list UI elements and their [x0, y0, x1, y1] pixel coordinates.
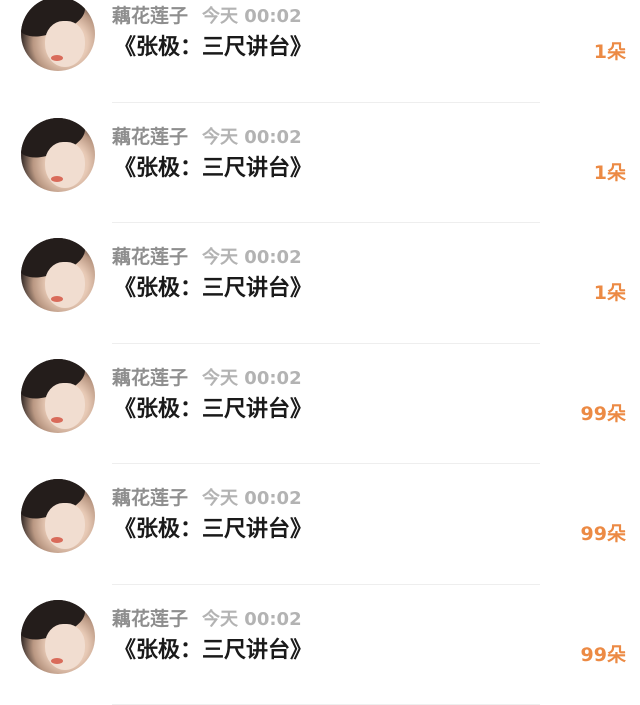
user-name[interactable]: 藕花莲子: [112, 608, 188, 630]
gift-record-item[interactable]: 藕花莲子今天 00:02 《张极：三尺讲台》 1朵: [0, 223, 640, 344]
record-time: 今天 00:02: [202, 6, 302, 27]
user-name[interactable]: 藕花莲子: [112, 367, 188, 389]
user-name[interactable]: 藕花莲子: [112, 246, 188, 268]
record-day: 今天: [202, 368, 238, 389]
gift-record-item[interactable]: 藕花莲子今天 00:02 《张极：三尺讲台》 99朵: [0, 585, 640, 705]
record-meta: 藕花莲子今天 00:02: [112, 245, 302, 270]
user-name[interactable]: 藕花莲子: [112, 5, 188, 27]
book-title[interactable]: 《张极：三尺讲台》: [114, 275, 312, 303]
avatar-face: [45, 262, 85, 308]
avatar-lip: [51, 658, 63, 664]
gift-amount: 1朵: [594, 37, 626, 64]
record-time: 今天 00:02: [202, 127, 302, 148]
gift-amount: 1朵: [594, 158, 626, 185]
avatar-lip: [51, 55, 63, 61]
record-day: 今天: [202, 127, 238, 148]
record-time: 今天 00:02: [202, 609, 302, 630]
avatar-face: [45, 503, 85, 549]
avatar-face: [45, 21, 85, 67]
gift-amount: 99朵: [581, 640, 626, 667]
book-title[interactable]: 《张极：三尺讲台》: [114, 637, 312, 665]
avatar[interactable]: [21, 118, 95, 192]
record-clock: 00:02: [244, 247, 301, 268]
book-title[interactable]: 《张极：三尺讲台》: [114, 396, 312, 424]
record-time: 今天 00:02: [202, 368, 302, 389]
gift-record-item[interactable]: 藕花莲子今天 00:02 《张极：三尺讲台》 1朵: [0, 103, 640, 224]
avatar[interactable]: [21, 359, 95, 433]
record-clock: 00:02: [244, 127, 301, 148]
gift-record-item[interactable]: 藕花莲子今天 00:02 《张极：三尺讲台》 99朵: [0, 344, 640, 465]
record-clock: 00:02: [244, 6, 301, 27]
gift-amount: 1朵: [594, 278, 626, 305]
avatar[interactable]: [21, 600, 95, 674]
record-clock: 00:02: [244, 488, 301, 509]
record-time: 今天 00:02: [202, 488, 302, 509]
gift-record-item[interactable]: 藕花莲子今天 00:02 《张极：三尺讲台》 99朵: [0, 464, 640, 585]
book-title[interactable]: 《张极：三尺讲台》: [114, 516, 312, 544]
record-clock: 00:02: [244, 609, 301, 630]
record-meta: 藕花莲子今天 00:02: [112, 607, 302, 632]
book-title[interactable]: 《张极：三尺讲台》: [114, 34, 312, 62]
avatar-lip: [51, 296, 63, 302]
gift-amount: 99朵: [581, 519, 626, 546]
record-day: 今天: [202, 6, 238, 27]
gift-record-item[interactable]: 藕花莲子今天 00:02 《张极：三尺讲台》 1朵: [0, 0, 640, 103]
record-clock: 00:02: [244, 368, 301, 389]
book-title[interactable]: 《张极：三尺讲台》: [114, 155, 312, 183]
record-day: 今天: [202, 488, 238, 509]
avatar[interactable]: [21, 238, 95, 312]
gift-record-list: 藕花莲子今天 00:02《张极：三尺讲台》1朵藕花莲子今天 00:02《张极：三…: [0, 0, 640, 652]
record-meta: 藕花莲子今天 00:02: [112, 4, 302, 29]
avatar[interactable]: [21, 479, 95, 553]
gift-amount: 99朵: [581, 399, 626, 426]
record-day: 今天: [202, 247, 238, 268]
user-name[interactable]: 藕花莲子: [112, 487, 188, 509]
avatar[interactable]: [21, 0, 95, 71]
avatar-lip: [51, 537, 63, 543]
record-day: 今天: [202, 609, 238, 630]
avatar-lip: [51, 176, 63, 182]
record-meta: 藕花莲子今天 00:02: [112, 125, 302, 150]
record-meta: 藕花莲子今天 00:02: [112, 486, 302, 511]
user-name[interactable]: 藕花莲子: [112, 126, 188, 148]
record-meta: 藕花莲子今天 00:02: [112, 366, 302, 391]
record-time: 今天 00:02: [202, 247, 302, 268]
avatar-lip: [51, 417, 63, 423]
